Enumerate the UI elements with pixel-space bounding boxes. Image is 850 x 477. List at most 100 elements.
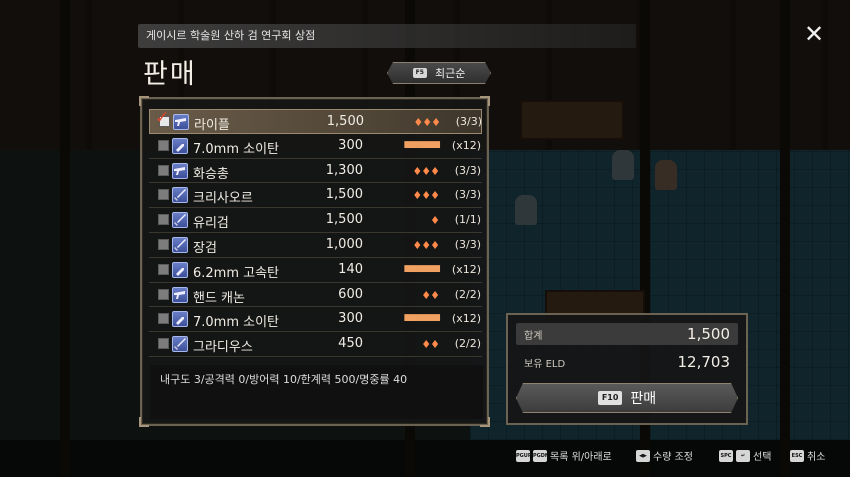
quantity-icon: ♦♦♦ [413, 116, 441, 129]
checkmark-icon: ✓ [155, 108, 170, 128]
hint-label: 목록 위/아래로 [550, 452, 612, 463]
item-name: 7.0mm 소이탄 [193, 141, 280, 157]
item-row[interactable]: 그라디우스 450 ♦♦ (2/2) [149, 332, 482, 357]
sort-key-badge: F5 [413, 68, 427, 78]
quantity-icon: ♦♦♦ [412, 164, 440, 178]
sell-label: 판매 [630, 391, 657, 407]
item-row[interactable]: 핸드 캐논 600 ♦♦ (2/2) [149, 283, 482, 308]
owned-eld-label: 보유 ELD [524, 358, 566, 370]
item-price: 1,500 [326, 114, 364, 129]
item-row[interactable]: 6.2mm 고속탄 140 ▮▮▮▮▮▮▮▮▮▮▮▮ (x12) [149, 258, 482, 283]
item-checkbox[interactable] [158, 164, 169, 176]
item-price: 600 [338, 286, 363, 302]
item-row[interactable]: 7.0mm 소이탄 300 ▮▮▮▮▮▮▮▮▮▮▮▮ (x12) [149, 307, 482, 333]
hint-label: 취소 [807, 452, 826, 463]
gun-icon [172, 286, 188, 303]
quantity-icon: ♦♦♦ [412, 189, 440, 203]
quantity-icon: ♦♦♦ [412, 238, 440, 252]
quantity-icon: ♦♦ [421, 288, 440, 302]
quantity-icon: ▮▮▮▮▮▮▮▮▮▮▮▮ [403, 263, 441, 274]
item-checkbox[interactable] [158, 139, 169, 151]
item-stock: (3/3) [454, 163, 481, 177]
hint-label: 선택 [753, 452, 772, 463]
item-stock: (1/1) [454, 213, 481, 227]
item-row[interactable]: 7.0mm 소이탄 300 ▮▮▮▮▮▮▮▮▮▮▮▮ (x12) [149, 134, 482, 159]
item-name: 그라디우스 [193, 340, 253, 356]
panel-corner [139, 96, 149, 106]
ammo-icon [172, 311, 188, 328]
item-price: 1,300 [325, 162, 363, 178]
item-price: 1,000 [325, 236, 363, 252]
item-checkbox[interactable] [158, 263, 169, 275]
panel-corner [139, 417, 149, 427]
item-row[interactable]: ✓ 라이플 1,500 ♦♦♦ (3/3) [149, 108, 482, 134]
ammo-icon [172, 261, 188, 278]
quantity-icon: ▮▮▮▮▮▮▮▮▮▮▮▮ [403, 139, 441, 150]
item-stock: (3/3) [454, 188, 481, 202]
shop-name-bar: 게이시르 학술원 산하 검 연구회 상점 [138, 24, 636, 48]
item-price: 1,500 [325, 187, 363, 203]
shop-name: 게이시르 학술원 산하 검 연구회 상점 [146, 29, 316, 42]
sort-button[interactable]: F5 최근순 [387, 62, 491, 84]
item-checkbox[interactable] [158, 313, 169, 325]
item-stock: (3/3) [454, 237, 481, 251]
item-stock: (x12) [451, 262, 481, 276]
ammo-icon [172, 137, 188, 154]
hint-label: 수량 조정 [653, 452, 693, 463]
item-stock: (2/2) [454, 337, 481, 351]
sort-label: 최근순 [434, 67, 466, 80]
sword-icon [172, 336, 188, 353]
left-right-key-icon: ◀▶ [636, 449, 650, 462]
pgup-key-icon: PGUP [516, 449, 532, 462]
sword-icon [172, 212, 188, 229]
item-name: 핸드 캐논 [193, 290, 245, 306]
item-checkbox[interactable] [158, 189, 169, 201]
item-name: 장검 [193, 240, 217, 256]
sell-button[interactable]: F10 판매 [516, 383, 738, 413]
item-row[interactable]: 유리검 1,500 ♦ (1/1) [149, 208, 482, 233]
item-row[interactable]: 화승총 1,300 ♦♦♦ (3/3) [149, 159, 482, 184]
item-price: 140 [338, 261, 363, 277]
item-checkbox[interactable] [158, 338, 169, 350]
total-panel: 합계 1,500 보유 ELD 12,703 F10 판매 [506, 313, 748, 425]
quantity-icon: ♦ [430, 214, 440, 228]
hint-quantity: ◀▶ 수량 조정 [636, 448, 693, 463]
item-stock: (x12) [451, 312, 481, 326]
owned-eld-value: 12,703 [677, 353, 731, 371]
item-stock: (x12) [451, 138, 481, 152]
item-row[interactable]: 크리사오르 1,500 ♦♦♦ (3/3) [149, 183, 482, 209]
close-icon[interactable]: ✕ [802, 22, 826, 46]
item-checkbox[interactable] [158, 214, 169, 226]
item-price: 300 [338, 311, 363, 327]
hint-list-scroll: PGUP PGDN 목록 위/아래로 [516, 448, 612, 463]
item-checkbox[interactable] [158, 238, 169, 250]
total-value: 1,500 [687, 325, 730, 343]
key-hint-bar: PGUP PGDN 목록 위/아래로 ◀▶ 수량 조정 SPC ↵ 선택 ESC… [514, 448, 834, 464]
item-name: 6.2mm 고속탄 [193, 265, 280, 281]
item-name: 유리검 [193, 216, 229, 232]
item-name: 화승총 [193, 166, 229, 182]
page-title: 판매 [143, 59, 197, 90]
item-description: 내구도 3/공격력 0/방어력 10/한계력 500/명중률 40 [150, 365, 483, 419]
pgdn-key-icon: PGDN [533, 449, 549, 462]
sword-icon [172, 187, 188, 204]
esc-key-icon: ESC [790, 449, 804, 462]
gun-icon [173, 114, 189, 130]
item-name: 크리사오르 [193, 191, 253, 207]
panel-corner [480, 96, 490, 106]
total-row: 합계 1,500 [516, 323, 738, 345]
enter-key-icon: ↵ [736, 449, 750, 462]
item-list: ✓ 라이플 1,500 ♦♦♦ (3/3) 7.0mm 소이탄 300 ▮▮▮▮▮▮▮▮▮▮▮… [149, 108, 482, 357]
sword-icon [172, 236, 188, 253]
quantity-icon: ▮▮▮▮▮▮▮▮▮▮▮▮ [403, 313, 441, 324]
item-price: 300 [338, 137, 363, 153]
item-list-panel: ✓ 라이플 1,500 ♦♦♦ (3/3) 7.0mm 소이탄 300 ▮▮▮▮▮▮▮▮▮▮▮… [139, 96, 490, 427]
gun-icon [172, 162, 188, 179]
owned-eld-row: 보유 ELD 12,703 [516, 351, 738, 373]
sell-key-badge: F10 [598, 391, 623, 405]
item-checkbox[interactable] [158, 288, 169, 300]
item-row[interactable]: 장검 1,000 ♦♦♦ (3/3) [149, 233, 482, 258]
item-name: 라이플 [194, 118, 230, 133]
quantity-icon: ♦♦ [421, 338, 440, 352]
hint-select: SPC ↵ 선택 [719, 448, 771, 463]
